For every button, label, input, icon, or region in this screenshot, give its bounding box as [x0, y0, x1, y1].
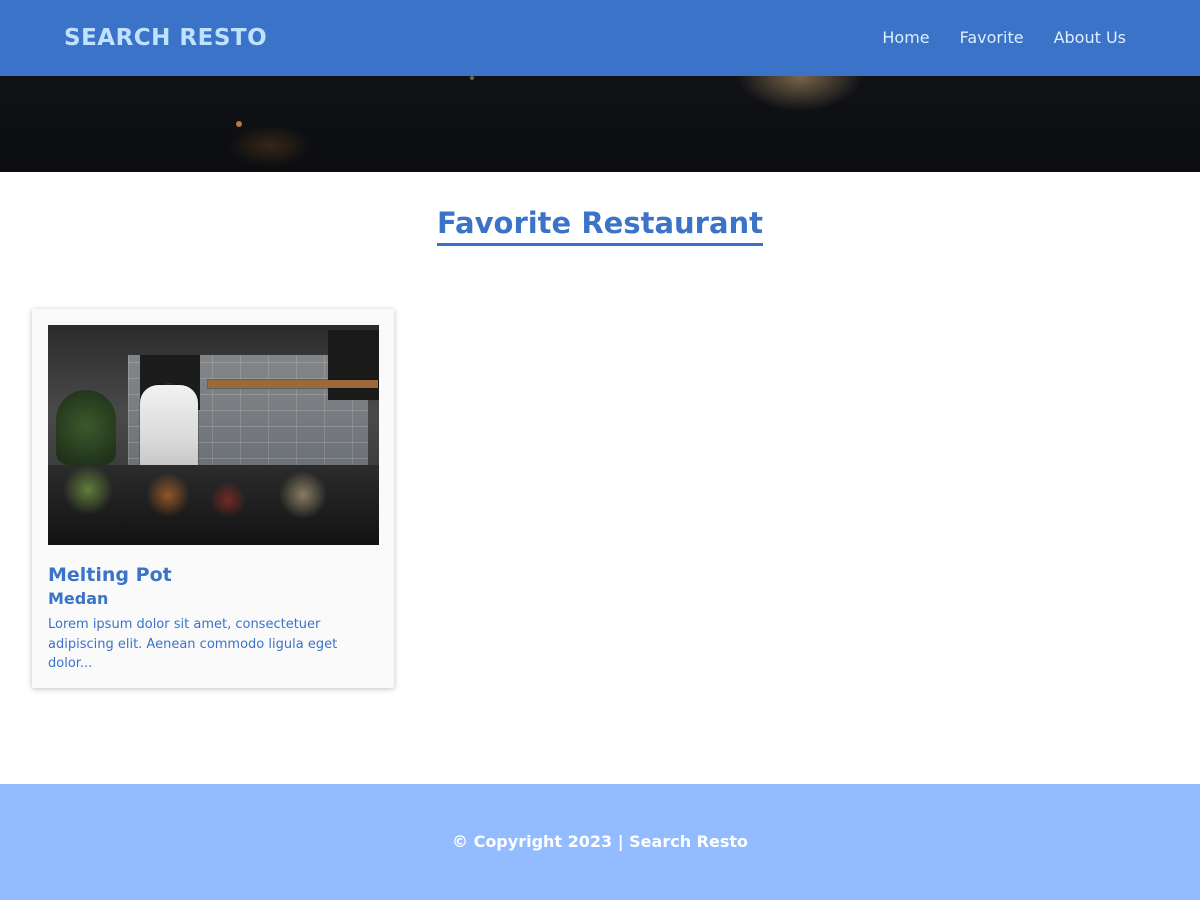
image-chalkboard [328, 330, 379, 400]
nav-home-link[interactable]: Home [882, 30, 929, 46]
hero-light-speck [236, 121, 242, 127]
nav-favorite-link[interactable]: Favorite [960, 30, 1024, 46]
top-nav-bar: SEARCH RESTO Home Favorite About Us [0, 0, 1200, 76]
primary-nav: Home Favorite About Us [882, 30, 1126, 46]
copyright-text: © Copyright 2023 | Search Resto [452, 832, 748, 851]
nav-about-us-link[interactable]: About Us [1054, 30, 1126, 46]
hero-light-speck [470, 76, 474, 80]
hero-image-strip [0, 76, 1200, 172]
restaurant-image [48, 325, 379, 545]
brand-logo-text[interactable]: SEARCH RESTO [64, 26, 267, 50]
restaurant-card[interactable]: Melting Pot Medan Lorem ipsum dolor sit … [32, 309, 394, 688]
image-shelf [208, 380, 378, 388]
restaurant-name[interactable]: Melting Pot [48, 565, 378, 586]
page-title: Favorite Restaurant [436, 205, 764, 247]
site-footer: © Copyright 2023 | Search Resto [0, 784, 1200, 900]
restaurant-city: Medan [48, 588, 109, 608]
favorite-section-header: Favorite Restaurant [0, 205, 1200, 247]
restaurant-description: Lorem ipsum dolor sit amet, consectetuer… [48, 617, 338, 672]
image-food-counter [48, 465, 379, 545]
